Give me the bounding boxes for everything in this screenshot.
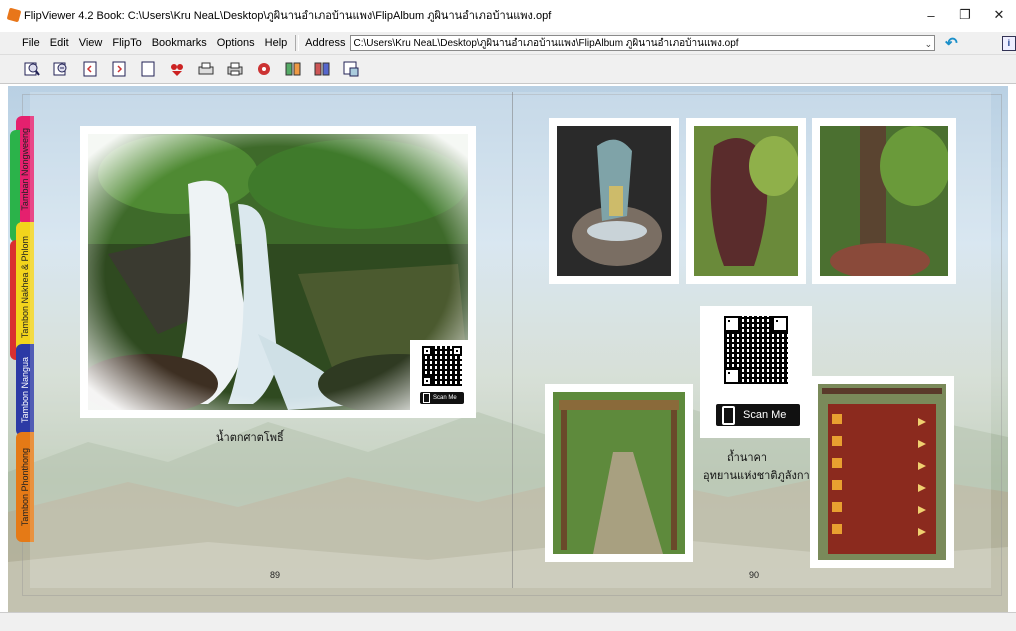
phone-icon (722, 405, 735, 425)
close-button[interactable]: ✕ (982, 0, 1016, 30)
address-label: Address (305, 37, 346, 49)
left-page[interactable]: Scan Me น้ำตกศาตโพธิ์ 89 (30, 92, 513, 588)
menu-help[interactable]: Help (263, 37, 290, 49)
sandstone-rock-photo (686, 118, 806, 284)
menu-view[interactable]: View (77, 37, 105, 49)
address-field[interactable]: C:\Users\Kru NeaL\Desktop\ภูผินานอำเภอบ้… (349, 35, 936, 51)
print-setup-icon[interactable] (196, 59, 216, 79)
maximize-button[interactable]: ❐ (948, 0, 982, 30)
scan-me-label-left: Scan Me (433, 395, 457, 401)
menu-file[interactable]: File (20, 37, 42, 49)
flipviewer-app-icon (6, 7, 22, 23)
title-bar: FlipViewer 4.2 Book: C:\Users\Kru NeaL\D… (0, 0, 1016, 30)
page-number-right: 90 (749, 570, 760, 580)
qr-code-left[interactable]: Scan Me (410, 340, 474, 410)
zoom-in-icon[interactable] (22, 59, 42, 79)
menu-edit[interactable]: Edit (48, 37, 71, 49)
minimize-button[interactable]: – (914, 0, 948, 30)
scan-me-badge-right: Scan Me (716, 404, 800, 426)
status-bar (0, 612, 1016, 631)
go-arrow-icon[interactable]: ↶ (945, 34, 958, 52)
chevron-down-icon[interactable]: ⌄ (925, 36, 933, 50)
qr-code-right[interactable]: Scan Me (700, 306, 812, 438)
window-title: FlipViewer 4.2 Book: C:\Users\Kru NeaL\D… (24, 10, 552, 22)
page-number-left: 89 (270, 570, 281, 580)
naga-cave-photo (549, 118, 679, 284)
forest-tree-photo (812, 118, 956, 284)
print-icon[interactable] (225, 59, 245, 79)
forest-path-photo (545, 384, 693, 562)
waterfall-caption: น้ำตกศาตโพธิ์ (216, 431, 284, 444)
right-page[interactable]: Scan Me ถ้ำนาคา อุทยานแห่งชาติภูลังกา 90 (513, 92, 991, 588)
phone-icon (423, 393, 430, 403)
book-viewer[interactable]: Tamban Nongweeng Tambon Nakhea & Phlom T… (8, 86, 1008, 612)
menu-options[interactable]: Options (215, 37, 257, 49)
menu-separator (295, 35, 300, 51)
media-icon[interactable] (254, 59, 274, 79)
help-icon[interactable] (341, 59, 361, 79)
prev-page-icon[interactable] (80, 59, 100, 79)
blank-page-icon[interactable] (138, 59, 158, 79)
next-page-icon[interactable] (109, 59, 129, 79)
toolbar (0, 55, 1016, 84)
contents-icon[interactable] (283, 59, 303, 79)
bookmark-icon[interactable] (167, 59, 187, 79)
info-button[interactable]: i (1001, 35, 1016, 51)
scan-me-badge-left: Scan Me (420, 392, 464, 404)
trail-signboard-photo (810, 376, 954, 568)
address-value: C:\Users\Kru NeaL\Desktop\ภูผินานอำเภอบ้… (353, 38, 739, 49)
naga-cave-caption-line2: อุทยานแห่งชาติภูลังกา (703, 469, 810, 482)
zoom-out-icon[interactable] (51, 59, 71, 79)
menu-bookmarks[interactable]: Bookmarks (150, 37, 209, 49)
menu-bar: File Edit View FlipTo Bookmarks Options … (0, 32, 1016, 55)
index-icon[interactable] (312, 59, 332, 79)
scan-me-label-right: Scan Me (743, 409, 787, 421)
naga-cave-caption-line1: ถ้ำนาคา (727, 451, 768, 464)
menu-flipto[interactable]: FlipTo (110, 37, 143, 49)
